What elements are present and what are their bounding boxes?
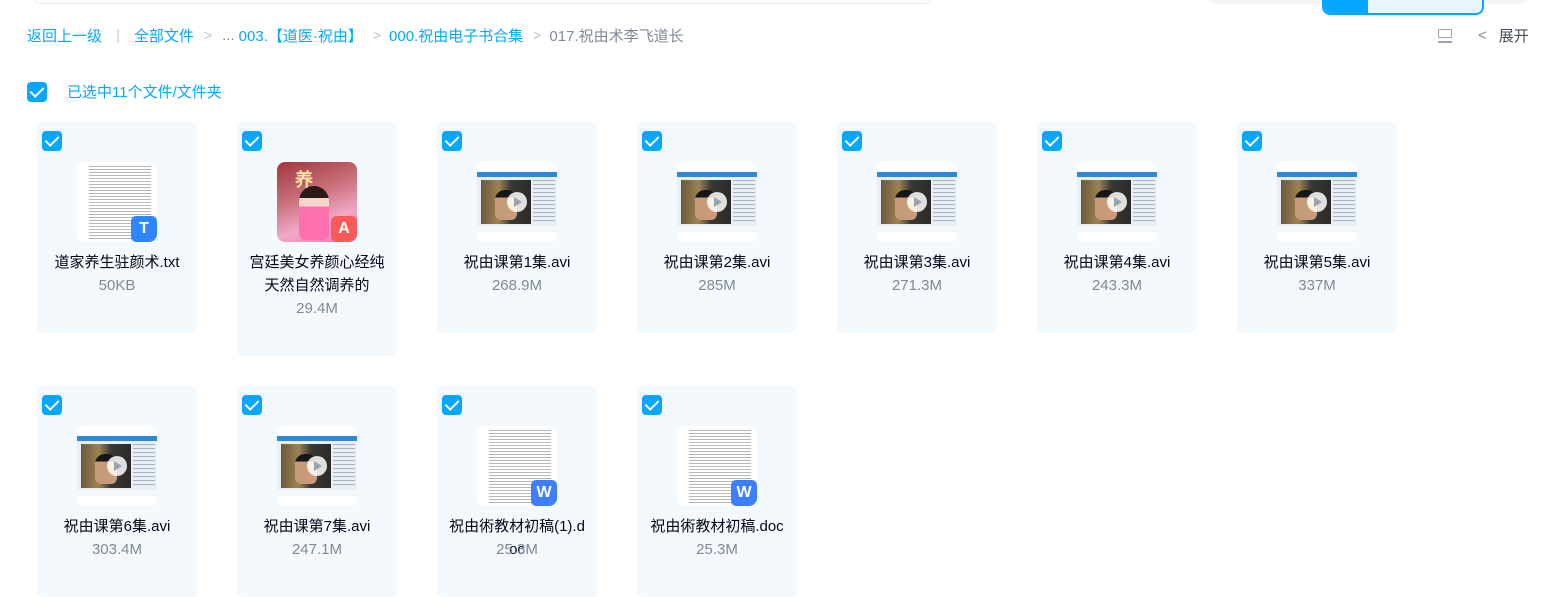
breadcrumb: 返回上一级 | 全部文件 > ... 003.【道医·祝由】 > 000.祝由电… (27, 25, 684, 45)
file-card[interactable]: T 道家养生驻颜术.txt 50KB (37, 122, 197, 333)
play-icon[interactable] (507, 192, 527, 212)
file-name[interactable]: 祝由课第5集.avi (1245, 251, 1389, 274)
breadcrumb-all-files[interactable]: 全部文件 (134, 25, 194, 46)
file-thumbnail (77, 426, 157, 506)
file-name[interactable]: 祝由课第6集.avi (45, 515, 189, 538)
play-icon[interactable] (307, 456, 327, 476)
file-card[interactable]: 养 A 宫廷美女养颜心经纯天然自然调养的 29.4M (237, 122, 397, 356)
word-file-icon: W (531, 480, 557, 506)
play-icon[interactable] (707, 192, 727, 212)
file-size: 50KB (98, 277, 136, 294)
file-thumbnail (1277, 162, 1357, 242)
file-checkbox[interactable] (442, 395, 462, 415)
file-thumbnail: W (677, 426, 757, 506)
expand-button[interactable]: < 展开 (1478, 25, 1529, 45)
file-checkbox[interactable] (442, 131, 462, 151)
file-checkbox[interactable] (842, 131, 862, 151)
file-thumbnail: W (477, 426, 557, 506)
file-name[interactable]: 道家养生驻颜术.txt (45, 251, 189, 274)
file-size: 337M (1298, 277, 1336, 294)
file-size: 285M (698, 277, 736, 294)
file-thumbnail: 养A (277, 162, 357, 242)
file-card[interactable]: 祝由课第5集.avi 337M (1237, 122, 1397, 333)
chevron-right-icon: > (533, 27, 542, 43)
file-checkbox[interactable] (242, 395, 262, 415)
breadcrumb-separator: | (116, 26, 120, 44)
chevron-left-icon: < (1478, 26, 1487, 44)
search-bar-edge[interactable] (30, 0, 935, 4)
file-checkbox[interactable] (642, 131, 662, 151)
select-all[interactable]: 已选中11个文件/文件夹 (27, 81, 222, 102)
file-card[interactable]: 祝由课第7集.avi 247.1M (237, 386, 397, 597)
select-all-checkbox[interactable] (27, 81, 47, 102)
file-size: 303.4M (91, 541, 143, 558)
file-name[interactable]: 祝由课第3集.avi (845, 251, 989, 274)
file-name[interactable]: 祝由课第7集.avi (245, 515, 389, 538)
breadcrumb-item[interactable]: 003.【道医·祝由】 (239, 25, 363, 46)
file-checkbox[interactable] (42, 131, 62, 151)
file-size: 247.1M (291, 541, 343, 558)
file-name[interactable]: 祝由课第2集.avi (645, 251, 789, 274)
file-card[interactable]: 祝由课第2集.avi 285M (637, 122, 797, 333)
file-card[interactable]: 祝由课第3集.avi 271.3M (837, 122, 997, 333)
file-card[interactable]: 祝由课第4集.avi 243.3M (1037, 122, 1197, 333)
expand-label: 展开 (1498, 27, 1529, 45)
back-link[interactable]: 返回上一级 (27, 25, 102, 46)
file-card[interactable]: W 祝由術教材初稿(1).doc 25.3M (437, 386, 597, 597)
file-name[interactable]: 祝由课第4集.avi (1045, 251, 1189, 274)
file-card[interactable]: 祝由课第6集.avi 303.4M (37, 386, 197, 597)
file-size: 271.3M (891, 277, 943, 294)
file-thumbnail (1077, 162, 1157, 242)
breadcrumb-ellipsis[interactable]: ... (222, 27, 235, 44)
file-size: 243.3M (1091, 277, 1143, 294)
chevron-right-icon: > (372, 27, 382, 43)
breadcrumb-item[interactable]: 000.祝由电子书合集 (389, 25, 523, 46)
file-thumbnail (477, 162, 557, 242)
word-file-icon: W (731, 480, 757, 506)
play-icon[interactable] (107, 456, 127, 476)
file-checkbox[interactable] (1042, 131, 1062, 151)
play-icon[interactable] (1107, 192, 1127, 212)
file-checkbox[interactable] (242, 131, 262, 151)
file-name[interactable]: 祝由课第1集.avi (445, 251, 589, 274)
file-checkbox[interactable] (42, 395, 62, 415)
file-size: 25.3M (696, 541, 738, 558)
breadcrumb-current: 017.祝由术李飞道长 (549, 27, 684, 45)
file-name[interactable]: 祝由術教材初稿.doc (645, 515, 789, 538)
file-thumbnail: T (77, 162, 157, 242)
chevron-right-icon: > (203, 27, 213, 43)
file-thumbnail (677, 162, 757, 242)
file-card[interactable]: 祝由课第1集.avi 268.9M (437, 122, 597, 333)
header-action-button[interactable] (1322, 0, 1484, 15)
view-mode-icon[interactable] (1435, 26, 1455, 44)
file-checkbox[interactable] (1242, 131, 1262, 151)
file-thumbnail (277, 426, 357, 506)
pdf-file-icon: A (331, 216, 357, 242)
top-strip (0, 0, 1545, 15)
file-size: 268.9M (491, 277, 543, 294)
file-checkbox[interactable] (642, 395, 662, 415)
selection-count-label: 已选中11个文件/文件夹 (67, 84, 222, 101)
file-size: 25.3M (496, 541, 538, 558)
file-card[interactable]: W 祝由術教材初稿.doc 25.3M (637, 386, 797, 597)
play-icon[interactable] (1307, 192, 1327, 212)
play-icon[interactable] (907, 192, 927, 212)
file-thumbnail (877, 162, 957, 242)
file-size: 29.4M (296, 300, 338, 317)
file-name[interactable]: 宫廷美女养颜心经纯天然自然调养的 (245, 251, 389, 297)
txt-file-icon: T (131, 216, 157, 242)
